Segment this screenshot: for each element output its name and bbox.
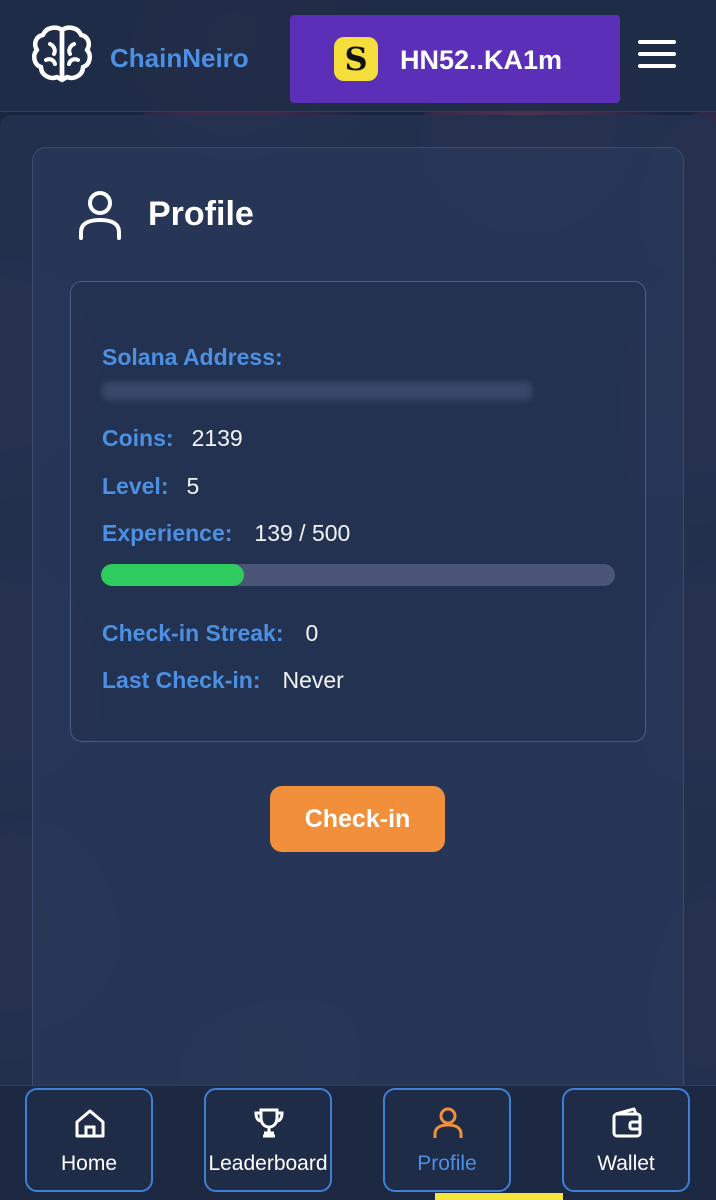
experience-progress-fill — [101, 564, 244, 586]
level-label: Level: — [102, 473, 169, 499]
coins-row: Coins: 2139 — [102, 425, 243, 452]
nav-leaderboard[interactable]: Leaderboard — [204, 1088, 332, 1192]
checkin-button[interactable]: Check-in — [270, 786, 445, 852]
last-checkin-value: Never — [282, 667, 344, 693]
nav-wallet[interactable]: Wallet — [562, 1088, 690, 1192]
page-title: Profile — [148, 195, 254, 233]
trophy-icon — [254, 1108, 284, 1138]
coins-label: Coins: — [102, 425, 174, 451]
nav-leaderboard-label: Leaderboard — [208, 1152, 328, 1175]
coins-value: 2139 — [191, 425, 243, 451]
checkin-streak-row: Check-in Streak: 0 — [102, 620, 318, 647]
nav-profile-label: Profile — [417, 1152, 477, 1175]
nav-wallet-label: Wallet — [597, 1152, 655, 1175]
checkin-streak-label: Check-in Streak: — [102, 620, 284, 646]
level-value: 5 — [186, 473, 200, 499]
last-checkin-label: Last Check-in: — [102, 667, 261, 693]
experience-value: 139 / 500 — [254, 520, 351, 546]
bottom-indicator-bar — [435, 1193, 563, 1200]
hamburger-menu-icon[interactable] — [638, 40, 676, 70]
nav-home[interactable]: Home — [25, 1088, 153, 1192]
wallet-connect-button[interactable]: S HN52..KA1m — [290, 15, 620, 103]
solana-logo-icon: S — [334, 37, 378, 81]
home-icon — [75, 1109, 105, 1138]
nav-profile[interactable]: Profile — [383, 1088, 511, 1192]
experience-row: Experience: 139 / 500 — [102, 520, 350, 547]
brand-name[interactable]: ChainNeiro — [110, 43, 249, 74]
user-icon — [79, 191, 121, 240]
level-row: Level: 5 — [102, 473, 199, 500]
app-header: ChainNeiro S HN52..KA1m — [0, 0, 716, 112]
solana-address-label: Solana Address: — [102, 344, 283, 370]
nav-home-label: Home — [60, 1152, 118, 1175]
user-icon — [433, 1107, 463, 1138]
solana-address-row: Solana Address: — [102, 344, 283, 371]
solana-address-value-redacted — [102, 382, 532, 400]
brain-icon[interactable] — [30, 22, 94, 86]
experience-progress-bar — [101, 564, 615, 586]
checkin-streak-value: 0 — [305, 620, 319, 646]
experience-label: Experience: — [102, 520, 233, 546]
wallet-icon — [612, 1107, 642, 1138]
wallet-address: HN52..KA1m — [400, 45, 563, 75]
last-checkin-row: Last Check-in: Never — [102, 667, 344, 694]
